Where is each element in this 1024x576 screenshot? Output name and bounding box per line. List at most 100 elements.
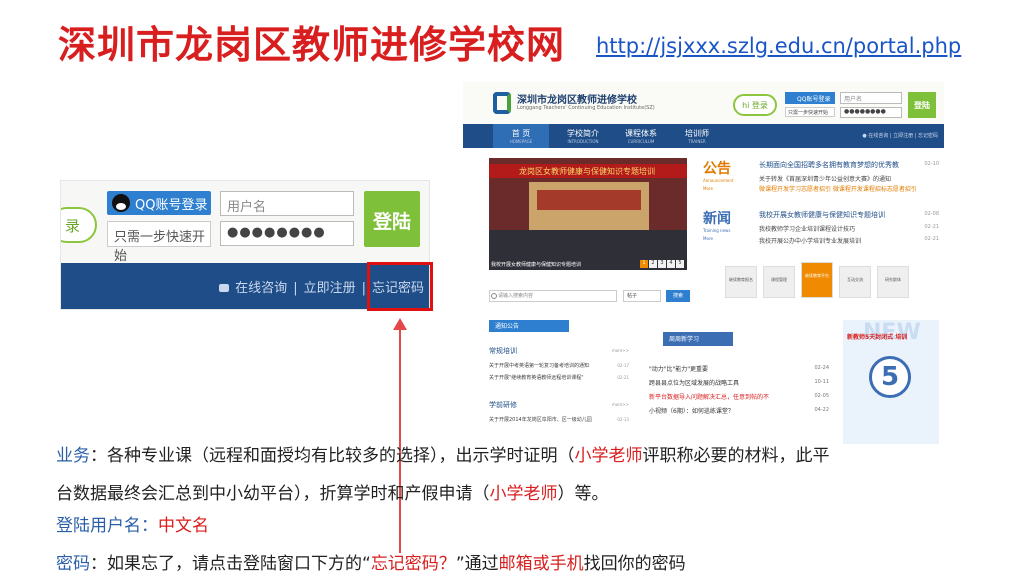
card-research-group[interactable]: 研究群体 — [877, 266, 909, 298]
nav-introduction-label: 学校简介 — [567, 129, 599, 138]
site-logo-title: 深圳市龙岗区教师进修学校 — [517, 95, 637, 106]
site-login-button[interactable]: 登陆 — [908, 92, 936, 118]
news-date: 02-08 — [924, 211, 939, 217]
nav-home-label: 首 页 — [511, 129, 531, 138]
news-item[interactable]: 我校开展女教师健康与保健知识专题培训 — [759, 210, 885, 220]
nav-curriculum-label: 课程体系 — [625, 129, 657, 138]
hi-login-bubble[interactable]: hi 登录 — [733, 94, 777, 116]
nav-trainer[interactable]: 培训师 TRAINER — [669, 128, 725, 144]
new-teacher-training-promo[interactable]: NEW 新教师5天封闭式 培训 5 — [843, 320, 939, 444]
qq-login-label: QQ账号登录 — [135, 198, 208, 213]
card-continuing-education-platform[interactable]: 继续教育平台 — [801, 262, 833, 298]
notice-category-title[interactable]: 学前研修 — [489, 400, 517, 410]
quick-start-hint[interactable]: 只需一步快速开始 — [107, 221, 211, 264]
card-interactive-exchange[interactable]: 互动交流 — [839, 266, 871, 298]
news-more-link[interactable]: More — [703, 236, 713, 241]
notice-more-link[interactable]: more>> — [612, 402, 629, 407]
quote-mark: “ — [362, 554, 371, 574]
username-input[interactable]: 用户名 — [220, 191, 354, 216]
business-line-1: 业务：各种专业课（远程和面授均有比较多的选择），出示学时证明（小学老师评职称必要… — [56, 442, 830, 470]
nav-introduction[interactable]: 学校简介 INTRODUCTION — [555, 128, 611, 144]
promo-number-badge: 5 — [869, 356, 911, 398]
notice-category-title[interactable]: 常规培训 — [489, 346, 517, 356]
website-screenshot: 深圳市龙岗区教师进修学校 Longgang Teachers' Continui… — [463, 82, 944, 444]
business-line-2: 台数据最终会汇总到中小幼平台），折算学时和产假申请（小学老师）等。 — [56, 480, 609, 508]
business-label: 业务 — [56, 446, 90, 466]
nav-curriculum-sub: CURRICULUM — [627, 139, 655, 144]
slide-title: 深圳市龙岗区教师进修学校网 — [58, 23, 566, 67]
link-separator: | — [293, 281, 298, 296]
notice-item[interactable]: 关于开展中考英语第一轮复习备考培训的通知 — [489, 362, 589, 369]
site-nav-bar: 首 页 HOMEPAGE 学校简介 INTRODUCTION 课程体系 CURRICU… — [463, 124, 944, 148]
notice-item[interactable]: 关于开展"继续教育英语教师远程培训课程" — [489, 374, 584, 381]
forgot-password-highlight-box — [367, 262, 433, 311]
pager-button[interactable]: 1 — [640, 260, 648, 268]
news-item[interactable]: 我校开展公办中小学培训专业发展培训 — [759, 236, 861, 245]
announcement-item[interactable]: 关于转发《首届深圳青少年公益创意大赛》的通知 — [759, 174, 891, 183]
qq-login-button[interactable]: QQ账号登录 — [107, 191, 211, 215]
notice-item[interactable]: 关于开展2014年龙岗区阜阳市、区一级幼儿园 — [489, 416, 592, 423]
pager-button[interactable]: 3 — [658, 260, 666, 268]
news-date: 02-21 — [924, 224, 939, 230]
site-password-input[interactable]: ●●●●●●●● — [840, 107, 902, 118]
news-tag: 新闻 — [703, 211, 731, 227]
portal-url-link[interactable]: http://jsjxxx.szlg.edu.cn/portal.php — [596, 34, 961, 58]
notice-box-header: 通知公告 — [489, 320, 569, 332]
stage-image — [529, 182, 649, 230]
forgot-password-phrase: 忘记密码？ — [370, 554, 456, 574]
study-item[interactable]: "动力"比"能力"更重要 — [649, 364, 708, 373]
quote-mark: ” — [455, 554, 465, 574]
business-text: 评职称必要的材料，此平 — [642, 446, 830, 466]
hi-login-bubble-fragment[interactable]: 录 — [61, 207, 97, 243]
card-course-management[interactable]: 课程管理 — [763, 266, 795, 298]
chat-bubble-icon — [219, 284, 230, 292]
study-date: 02-24 — [814, 365, 829, 371]
card-continuing-education-signup[interactable]: 继续教育报名 — [725, 266, 757, 298]
pager-button[interactable]: 2 — [649, 260, 657, 268]
study-item[interactable]: 跨县县点位为区域发展的战略工具 — [649, 378, 739, 387]
qq-penguin-icon — [112, 194, 130, 212]
link-separator: | — [361, 281, 366, 296]
password-input[interactable]: ●●●●●●●● — [220, 221, 354, 246]
site-header: 深圳市龙岗区教师进修学校 Longgang Teachers' Continui… — [463, 82, 944, 124]
username-value: 中文名 — [158, 516, 209, 536]
announcement-more-link[interactable]: More — [703, 186, 713, 191]
site-account-links[interactable]: ● 在线咨询 | 立即注册 | 忘记密码 — [862, 132, 938, 139]
weekly-study-box: 周周新学习 "动力"比"能力"更重要 02-24 跨县县点位为区域发展的战略工具… — [633, 320, 833, 444]
site-username-input[interactable]: 用户名 — [840, 92, 902, 104]
promo-title: 新教师5天封闭式 培训 — [847, 334, 908, 341]
announcement-tag-sub: Announcement — [703, 178, 734, 183]
photo-banner-text: 龙岗区女教师健康与保健知识专题培训 — [489, 164, 687, 178]
site-search-input[interactable]: 请输入搜索内容 — [489, 290, 617, 302]
register-now-link[interactable]: 立即注册 — [304, 281, 356, 296]
username-label: 登陆用户名 — [56, 516, 141, 536]
quick-entry-cards: 继续教育报名 课程管理 继续教育平台 互动交流 研究群体 — [725, 262, 944, 306]
search-type-select[interactable]: 帖子 — [623, 290, 661, 302]
email-or-phone: 邮箱或手机 — [498, 554, 584, 574]
primary-teacher-note: 小学老师 — [574, 446, 643, 466]
notice-date: 02-21 — [617, 375, 629, 380]
site-qq-login-button[interactable]: QQ账号登录 — [785, 92, 835, 104]
notice-box: 通知公告 常规培训 more>> 关于开展中考英语第一轮复习备考培训的通知 02… — [489, 320, 629, 444]
study-item[interactable]: 小视频（6期）：如何巡练课堂？ — [649, 406, 734, 415]
study-date: 02-05 — [814, 393, 829, 399]
site-logo-subtitle: Longgang Teachers' Continuing Education … — [517, 105, 655, 111]
nav-home-sub: HOMEPAGE — [509, 139, 533, 144]
pager-button[interactable]: 5 — [676, 260, 684, 268]
news-item[interactable]: 我校教师学习企业培训课程设计技巧 — [759, 224, 855, 233]
study-item[interactable]: 新平台数据导入问题解决汇总，任意到帖的不 — [649, 392, 769, 401]
online-consult-link[interactable]: 在线咨询 — [235, 281, 287, 296]
site-quick-start-hint[interactable]: 只需一步快速开始 — [785, 107, 835, 117]
announcement-item[interactable]: 微课程开发学习志愿者招引 微课程开发课程招标志愿者招引 — [759, 184, 917, 193]
nav-home[interactable]: 首 页 HOMEPAGE — [493, 124, 549, 148]
news-tag-sub: Training news — [703, 228, 731, 233]
zoomed-login-header: 录 QQ账号登录 只需一步快速开始 用户名 ●●●●●●●● 登陆 — [61, 181, 429, 264]
login-button[interactable]: 登陆 — [364, 191, 420, 247]
password-text: ：如果忘了，请点击登陆窗口下方的 — [90, 554, 362, 574]
nav-curriculum[interactable]: 课程体系 CURRICULUM — [613, 128, 669, 144]
announcement-item[interactable]: 长期面向全国招聘多名拥有教育梦想的优秀教 — [759, 160, 899, 170]
photo-carousel[interactable]: 龙岗区女教师健康与保健知识专题培训 我校开展女教师健康与保健知识专题培训 123… — [489, 158, 687, 270]
notice-more-link[interactable]: more>> — [612, 348, 629, 353]
search-button[interactable]: 搜索 — [666, 290, 690, 302]
pager-button[interactable]: 4 — [667, 260, 675, 268]
